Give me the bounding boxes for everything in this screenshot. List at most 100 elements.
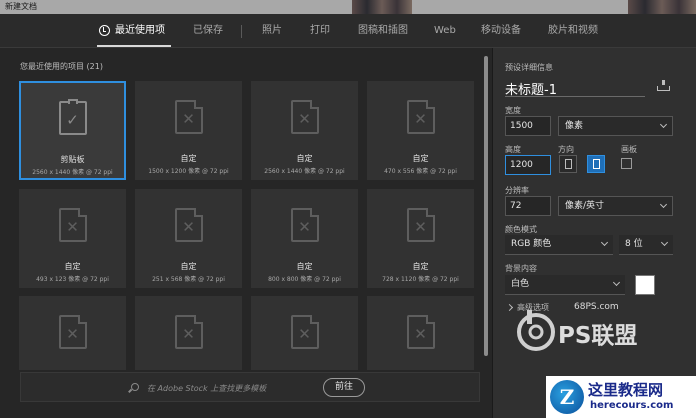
tab-mobile[interactable]: 移动设备 <box>481 14 521 48</box>
resolution-input[interactable]: 72 <box>505 196 551 216</box>
document-custom-icon: ✕ <box>406 100 435 134</box>
document-name-underline <box>505 96 645 97</box>
clipboard-clip <box>67 99 78 104</box>
preset-card[interactable]: ✕ 自定 728 x 1120 像素 @ 72 ppi <box>367 189 474 288</box>
clock-icon <box>99 25 110 36</box>
recent-items-scrollbar[interactable] <box>484 56 488 356</box>
tab-film-video[interactable]: 胶片和视频 <box>548 14 598 48</box>
resolution-unit-value: 像素/英寸 <box>565 201 605 211</box>
document-custom-icon: ✕ <box>406 315 435 349</box>
chevron-down-icon <box>659 120 668 129</box>
preset-card[interactable]: ✕ <box>19 296 126 370</box>
recent-items-panel: 您最近使用的项目 (21) ✓ 剪贴板 2560 x 1440 像素 @ 72 … <box>0 48 492 418</box>
stock-search-input[interactable] <box>147 381 327 395</box>
preset-dimensions: 2560 x 1440 像素 @ 72 ppi <box>264 168 345 175</box>
background-label: 背景内容 <box>505 264 537 273</box>
tab-recent[interactable]: 最近使用项 <box>115 14 165 48</box>
clipboard-check-icon: ✓ <box>58 99 87 135</box>
recent-items-count: (21) <box>86 62 103 71</box>
recent-items-title: 您最近使用的项目 <box>20 62 84 71</box>
color-mode-value: RGB 颜色 <box>511 239 552 249</box>
recent-items-heading: 您最近使用的项目 (21) <box>20 61 103 72</box>
height-label: 高度 <box>505 145 521 154</box>
background-value: 白色 <box>511 279 530 289</box>
preset-name: 剪贴板 <box>60 155 85 164</box>
document-custom-icon: ✕ <box>406 208 435 242</box>
document-custom-icon: ✕ <box>290 100 319 134</box>
tab-divider <box>241 25 242 38</box>
category-tab-bar: 最近使用项 已保存 照片 打印 图稿和插图 Web 移动设备 胶片和视频 <box>0 14 696 48</box>
artboard-checkbox[interactable] <box>621 158 632 169</box>
tab-print[interactable]: 打印 <box>310 14 330 48</box>
preset-dimensions: 470 x 556 像素 @ 72 ppi <box>384 168 457 175</box>
preset-card[interactable]: ✕ 自定 1500 x 1200 像素 @ 72 ppi <box>135 81 242 180</box>
preset-name: 自定 <box>412 154 429 163</box>
watermark-brand: PS联盟 <box>558 323 638 349</box>
preset-dimensions: 2560 x 1440 像素 @ 72 ppi <box>32 169 113 176</box>
document-custom-icon: ✕ <box>174 100 203 134</box>
site-logo-banner: Z 这里教程网 herecours.com <box>546 376 696 418</box>
document-custom-icon: ✕ <box>290 208 319 242</box>
titlebar-thumbnail-strip <box>628 0 696 14</box>
watermark: 68PS.com PS联盟 <box>506 302 686 354</box>
background-color-swatch[interactable] <box>635 275 655 295</box>
preset-dimensions: 728 x 1120 像素 @ 72 ppi <box>382 276 459 283</box>
tab-photo[interactable]: 照片 <box>262 14 282 48</box>
preset-dimensions: 1500 x 1200 像素 @ 72 ppi <box>148 168 229 175</box>
resolution-label: 分辨率 <box>505 186 529 195</box>
chevron-down-icon <box>659 200 668 209</box>
preset-card[interactable]: ✕ <box>135 296 242 370</box>
document-custom-icon: ✕ <box>174 208 203 242</box>
preset-card[interactable]: ✕ 自定 800 x 800 像素 @ 72 ppi <box>251 189 358 288</box>
watermark-site: 68PS.com <box>574 302 619 312</box>
color-mode-label: 颜色模式 <box>505 225 537 234</box>
titlebar-thumbnail-strip <box>352 0 412 14</box>
artboard-label: 画板 <box>621 145 637 154</box>
width-unit-select[interactable]: 像素 <box>558 116 673 136</box>
width-input[interactable]: 1500 <box>505 116 551 136</box>
preset-card[interactable]: ✕ 自定 470 x 556 像素 @ 72 ppi <box>367 81 474 180</box>
preset-name: 自定 <box>296 262 313 271</box>
document-custom-icon: ✕ <box>58 315 87 349</box>
save-preset-icon[interactable] <box>657 80 670 91</box>
stock-search-bar: 前往 <box>20 372 480 402</box>
preset-name: 自定 <box>180 154 197 163</box>
preset-card[interactable]: ✕ <box>251 296 358 370</box>
active-tab-indicator <box>97 45 171 47</box>
go-button[interactable]: 前往 <box>323 378 365 397</box>
chevron-down-icon <box>600 238 609 247</box>
preset-card[interactable]: ✓ 剪贴板 2560 x 1440 像素 @ 72 ppi <box>19 81 126 180</box>
preset-dimensions: 493 x 123 像素 @ 72 ppi <box>36 276 109 283</box>
preset-name: 自定 <box>180 262 197 271</box>
preset-dimensions: 800 x 800 像素 @ 72 ppi <box>268 276 341 283</box>
resolution-unit-select[interactable]: 像素/英寸 <box>558 196 673 216</box>
tab-art-illustration[interactable]: 图稿和插图 <box>358 14 408 48</box>
preset-details-heading: 预设详细信息 <box>505 63 553 72</box>
preset-card[interactable]: ✕ 自定 2560 x 1440 像素 @ 72 ppi <box>251 81 358 180</box>
bit-depth-select[interactable]: 8 位 <box>619 235 673 255</box>
preset-details-panel: 预设详细信息 未标题-1 宽度 1500 像素 高度 1200 方向 画板 分辨… <box>492 48 696 418</box>
search-icon <box>131 383 139 391</box>
preset-card[interactable]: ✕ 自定 493 x 123 像素 @ 72 ppi <box>19 189 126 288</box>
tab-web[interactable]: Web <box>434 14 456 48</box>
color-mode-select[interactable]: RGB 颜色 <box>505 235 613 255</box>
background-select[interactable]: 白色 <box>505 275 625 295</box>
site-logo-mark: Z <box>559 385 575 409</box>
site-url: herecours.com <box>590 400 674 411</box>
window-titlebar: 新建文档 <box>0 0 696 14</box>
site-name: 这里教程网 <box>588 381 664 399</box>
window-title: 新建文档 <box>5 2 37 11</box>
chevron-down-icon <box>612 278 621 287</box>
orientation-label: 方向 <box>558 145 574 154</box>
height-input[interactable]: 1200 <box>505 155 551 175</box>
tab-saved[interactable]: 已保存 <box>193 14 223 48</box>
preset-card[interactable]: ✕ 自定 251 x 568 像素 @ 72 ppi <box>135 189 242 288</box>
portrait-orientation-button[interactable] <box>559 155 577 173</box>
site-logo-icon: Z <box>550 380 584 414</box>
preset-name: 自定 <box>64 262 81 271</box>
document-custom-icon: ✕ <box>58 208 87 242</box>
preset-card[interactable]: ✕ <box>367 296 474 370</box>
landscape-orientation-button[interactable] <box>587 155 605 173</box>
preset-dimensions: 251 x 568 像素 @ 72 ppi <box>152 276 225 283</box>
preset-name: 自定 <box>412 262 429 271</box>
